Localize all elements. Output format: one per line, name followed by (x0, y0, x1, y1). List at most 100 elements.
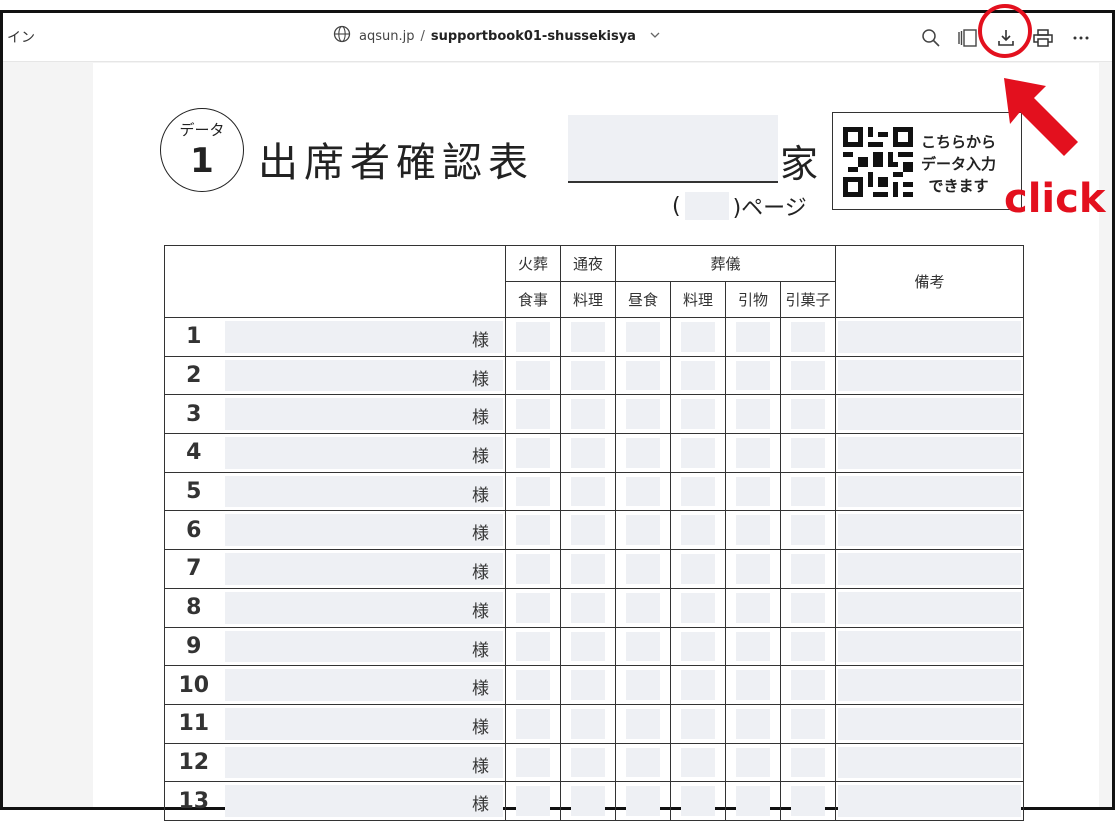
meal-check-field[interactable] (670, 665, 726, 705)
guest-name-field[interactable]: 様 (222, 626, 506, 667)
notes-field[interactable] (835, 355, 1024, 396)
meal-check-field[interactable] (725, 626, 781, 667)
meal-check-field[interactable] (615, 703, 671, 744)
guest-name-field[interactable]: 様 (222, 587, 506, 628)
meal-check-field[interactable] (725, 510, 781, 551)
meal-check-field[interactable] (725, 471, 781, 512)
meal-check-field[interactable] (725, 703, 781, 744)
meal-check-field[interactable] (505, 703, 561, 744)
meal-check-field[interactable] (615, 510, 671, 551)
meal-check-field[interactable] (725, 665, 781, 705)
meal-check-field[interactable] (725, 355, 781, 396)
notes-field[interactable] (835, 665, 1024, 705)
meal-check-field[interactable] (780, 742, 836, 783)
meal-check-field[interactable] (780, 471, 836, 512)
guest-name-field[interactable]: 様 (222, 510, 506, 551)
meal-check-field[interactable] (560, 433, 616, 473)
meal-check-field[interactable] (670, 510, 726, 551)
meal-check-field[interactable] (725, 317, 781, 357)
meal-check-field[interactable] (670, 781, 726, 821)
meal-check-field[interactable] (615, 626, 671, 667)
meal-check-field[interactable] (505, 355, 561, 396)
meal-check-field[interactable] (560, 626, 616, 667)
meal-check-field[interactable] (670, 742, 726, 783)
guest-name-field[interactable]: 様 (222, 703, 506, 744)
meal-check-field[interactable] (725, 394, 781, 435)
meal-check-field[interactable] (505, 471, 561, 512)
meal-check-field[interactable] (670, 703, 726, 744)
page-view-icon[interactable] (953, 25, 981, 51)
meal-check-field[interactable] (780, 433, 836, 473)
meal-check-field[interactable] (560, 355, 616, 396)
meal-check-field[interactable] (780, 781, 836, 821)
meal-check-field[interactable] (670, 587, 726, 628)
notes-field[interactable] (835, 394, 1024, 435)
notes-field[interactable] (835, 626, 1024, 667)
meal-check-field[interactable] (615, 355, 671, 396)
meal-check-field[interactable] (670, 471, 726, 512)
meal-check-field[interactable] (560, 510, 616, 551)
meal-check-field[interactable] (780, 549, 836, 589)
family-name-field[interactable] (568, 115, 778, 183)
meal-check-field[interactable] (780, 355, 836, 396)
meal-check-field[interactable] (725, 433, 781, 473)
meal-check-field[interactable] (505, 394, 561, 435)
search-icon[interactable] (917, 25, 945, 51)
meal-check-field[interactable] (560, 781, 616, 821)
meal-check-field[interactable] (615, 587, 671, 628)
meal-check-field[interactable] (615, 781, 671, 821)
meal-check-field[interactable] (560, 317, 616, 357)
guest-name-field[interactable]: 様 (222, 394, 506, 435)
meal-check-field[interactable] (780, 510, 836, 551)
meal-check-field[interactable] (615, 549, 671, 589)
guest-name-field[interactable]: 様 (222, 742, 506, 783)
guest-name-field[interactable]: 様 (222, 433, 506, 473)
meal-check-field[interactable] (780, 665, 836, 705)
notes-field[interactable] (835, 781, 1024, 821)
notes-field[interactable] (835, 549, 1024, 589)
meal-check-field[interactable] (670, 317, 726, 357)
print-icon[interactable] (1029, 25, 1057, 51)
meal-check-field[interactable] (725, 549, 781, 589)
guest-name-field[interactable]: 様 (222, 781, 506, 821)
page-number-field[interactable] (684, 192, 729, 220)
meal-check-field[interactable] (615, 394, 671, 435)
meal-check-field[interactable] (505, 665, 561, 705)
meal-check-field[interactable] (560, 742, 616, 783)
meal-check-field[interactable] (505, 510, 561, 551)
notes-field[interactable] (835, 317, 1024, 357)
meal-check-field[interactable] (670, 433, 726, 473)
notes-field[interactable] (835, 587, 1024, 628)
guest-name-field[interactable]: 様 (222, 665, 506, 705)
meal-check-field[interactable] (670, 355, 726, 396)
meal-check-field[interactable] (505, 587, 561, 628)
meal-check-field[interactable] (560, 665, 616, 705)
notes-field[interactable] (835, 433, 1024, 473)
meal-check-field[interactable] (725, 587, 781, 628)
meal-check-field[interactable] (560, 471, 616, 512)
notes-field[interactable] (835, 510, 1024, 551)
guest-name-field[interactable]: 様 (222, 355, 506, 396)
notes-field[interactable] (835, 471, 1024, 512)
guest-name-field[interactable]: 様 (222, 317, 506, 357)
meal-check-field[interactable] (560, 587, 616, 628)
more-icon[interactable] (1067, 25, 1095, 51)
meal-check-field[interactable] (615, 665, 671, 705)
meal-check-field[interactable] (505, 742, 561, 783)
meal-check-field[interactable] (615, 433, 671, 473)
meal-check-field[interactable] (560, 703, 616, 744)
meal-check-field[interactable] (780, 703, 836, 744)
meal-check-field[interactable] (780, 317, 836, 357)
guest-name-field[interactable]: 様 (222, 471, 506, 512)
meal-check-field[interactable] (505, 626, 561, 667)
meal-check-field[interactable] (560, 549, 616, 589)
meal-check-field[interactable] (505, 549, 561, 589)
meal-check-field[interactable] (615, 742, 671, 783)
notes-field[interactable] (835, 703, 1024, 744)
meal-check-field[interactable] (670, 626, 726, 667)
meal-check-field[interactable] (505, 433, 561, 473)
meal-check-field[interactable] (725, 742, 781, 783)
meal-check-field[interactable] (615, 471, 671, 512)
meal-check-field[interactable] (725, 781, 781, 821)
meal-check-field[interactable] (505, 317, 561, 357)
